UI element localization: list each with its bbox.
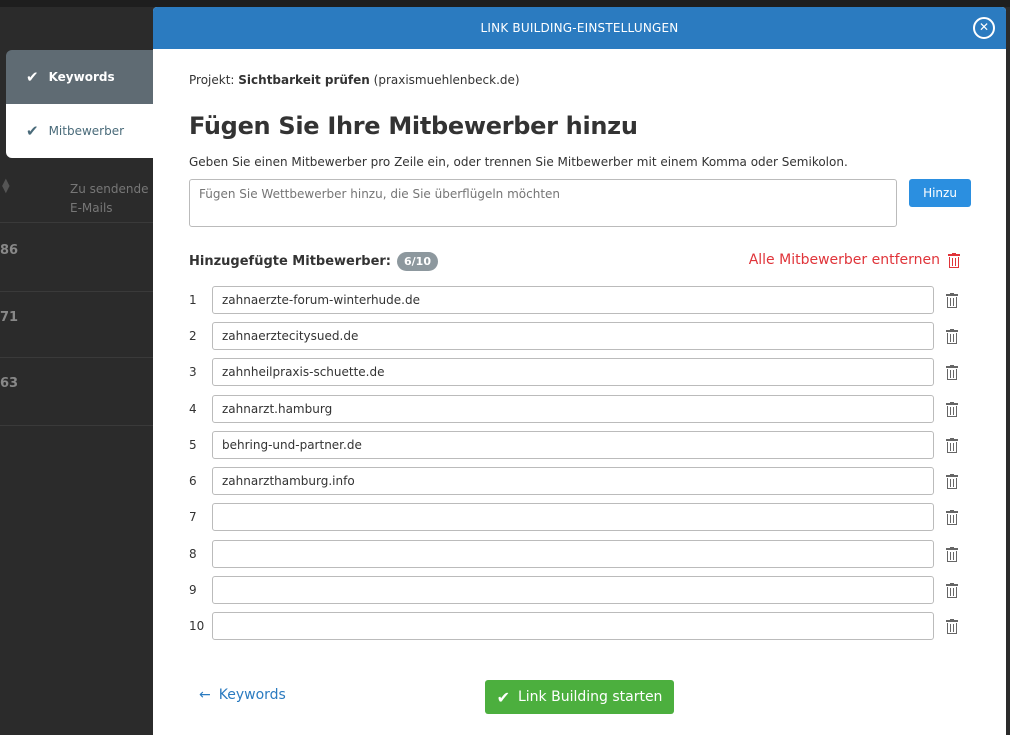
column-header-line: E-Mails — [70, 201, 113, 215]
modal-header: LINK BUILDING-EINSTELLUNGEN ✕ — [153, 7, 1006, 49]
competitor-input[interactable] — [212, 540, 934, 568]
arrow-left-icon: ← — [199, 687, 211, 703]
checkmark-icon: ✔ — [26, 68, 39, 86]
background-row-value: 71 — [0, 310, 19, 325]
add-button[interactable]: Hinzu — [909, 179, 971, 207]
step-label: Mitbewerber — [48, 124, 125, 138]
count-badge: 6/10 — [397, 252, 438, 271]
competitor-row: 4 — [189, 395, 969, 423]
project-name: Sichtbarkeit prüfen — [238, 73, 370, 87]
competitor-row: 7 — [189, 503, 969, 531]
competitor-input[interactable] — [212, 395, 934, 423]
row-index: 8 — [189, 547, 197, 561]
start-link-building-button[interactable]: ✔ Link Building starten — [485, 680, 674, 714]
column-header-emails: Zu sendende E-Mails — [70, 180, 149, 218]
competitor-row: 6 — [189, 467, 969, 495]
back-to-keywords-link[interactable]: ← Keywords — [199, 687, 286, 703]
trash-icon[interactable] — [946, 618, 958, 634]
row-index: 4 — [189, 402, 197, 416]
row-divider — [0, 357, 155, 358]
back-link-label: Keywords — [218, 687, 286, 703]
competitor-input[interactable] — [212, 612, 934, 640]
trash-icon[interactable] — [946, 401, 958, 417]
row-index: 9 — [189, 583, 197, 597]
competitor-row: 9 — [189, 576, 969, 604]
row-index: 1 — [189, 293, 197, 307]
modal-title: LINK BUILDING-EINSTELLUNGEN — [480, 21, 679, 35]
page-title: Fügen Sie Ihre Mitbewerber hinzu — [189, 112, 638, 140]
competitor-row: 8 — [189, 540, 969, 568]
competitor-input[interactable] — [212, 322, 934, 350]
step-keywords[interactable]: ✔ Keywords — [6, 50, 166, 104]
competitor-row: 5 — [189, 431, 969, 459]
start-button-label: Link Building starten — [517, 689, 663, 705]
trash-icon[interactable] — [946, 509, 958, 525]
trash-icon[interactable] — [946, 437, 958, 453]
checkmark-icon: ✔ — [496, 687, 510, 707]
project-domain: (praxismuehlenbeck.de) — [373, 73, 520, 87]
project-prefix: Projekt: — [189, 73, 235, 87]
competitor-row: 3 — [189, 358, 969, 386]
step-mitbewerber[interactable]: ✔ Mitbewerber — [6, 104, 166, 158]
trash-icon[interactable] — [946, 546, 958, 562]
trash-icon[interactable] — [946, 582, 958, 598]
row-index: 5 — [189, 438, 197, 452]
competitor-input[interactable] — [212, 358, 934, 386]
added-competitors-label: Hinzugefügte Mitbewerber: 6/10 — [189, 252, 438, 271]
close-icon[interactable]: ✕ — [973, 17, 995, 39]
row-divider — [0, 291, 155, 292]
checkmark-icon: ✔ — [26, 122, 39, 140]
competitor-input[interactable] — [212, 503, 934, 531]
background-topbar — [0, 0, 1010, 7]
trash-icon — [948, 252, 960, 268]
project-info: Projekt: Sichtbarkeit prüfen (praxismueh… — [189, 73, 520, 87]
row-index: 2 — [189, 329, 197, 343]
sort-icon: ▲ ▼ — [2, 177, 10, 195]
added-label-text: Hinzugefügte Mitbewerber: — [189, 254, 392, 269]
remove-all-label: Alle Mitbewerber entfernen — [748, 252, 940, 268]
row-index: 10 — [189, 619, 205, 633]
wizard-steps: ✔ Keywords ✔ Mitbewerber — [6, 50, 166, 158]
competitor-input[interactable] — [212, 467, 934, 495]
competitor-row: 10 — [189, 612, 969, 640]
trash-icon[interactable] — [946, 473, 958, 489]
competitor-row: 1 — [189, 286, 969, 314]
step-label: Keywords — [48, 70, 115, 84]
row-index: 7 — [189, 510, 197, 524]
trash-icon[interactable] — [946, 364, 958, 380]
background-row-value: 86 — [0, 243, 19, 258]
trash-icon[interactable] — [946, 292, 958, 308]
link-building-settings-modal: LINK BUILDING-EINSTELLUNGEN ✕ Projekt: S… — [153, 7, 1006, 735]
trash-icon[interactable] — [946, 328, 958, 344]
background-row-value: 63 — [0, 376, 19, 391]
competitor-row: 2 — [189, 322, 969, 350]
row-index: 6 — [189, 474, 197, 488]
instruction-text: Geben Sie einen Mitbewerber pro Zeile ei… — [189, 155, 848, 169]
competitor-input[interactable] — [212, 286, 934, 314]
competitor-input[interactable] — [212, 431, 934, 459]
column-header-line: Zu sendende — [70, 182, 149, 196]
add-competitor-input[interactable] — [189, 179, 897, 227]
remove-all-button[interactable]: Alle Mitbewerber entfernen — [749, 252, 960, 268]
competitor-input[interactable] — [212, 576, 934, 604]
row-divider — [0, 425, 155, 426]
row-index: 3 — [189, 365, 197, 379]
